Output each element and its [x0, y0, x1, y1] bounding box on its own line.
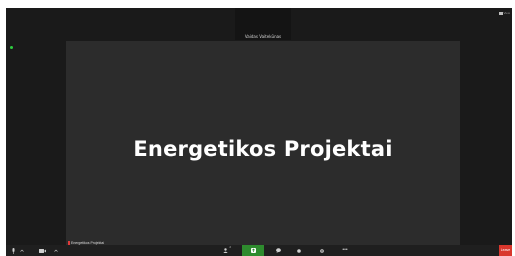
chevron-up-icon	[20, 249, 24, 252]
meeting-window: Vaidas Vaitekūnas View Energetikos Proje…	[6, 8, 512, 256]
record-button[interactable]	[295, 245, 303, 256]
participant-thumbnail[interactable]: Vaidas Vaitekūnas	[235, 8, 291, 40]
video-button[interactable]	[37, 245, 47, 256]
video-options-button[interactable]	[53, 245, 59, 256]
connection-status-icon	[10, 46, 13, 49]
more-icon: •••	[342, 247, 348, 253]
meeting-toolbar: 2 ••• Leave	[6, 245, 512, 256]
mic-button[interactable]	[9, 245, 17, 256]
mic-icon	[12, 247, 14, 254]
record-icon	[297, 248, 301, 253]
reactions-button[interactable]	[318, 245, 326, 256]
view-label: View	[503, 11, 510, 15]
participant-name: Vaidas Vaitekūnas	[244, 34, 282, 39]
chevron-up-icon	[54, 249, 58, 252]
video-icon	[38, 248, 46, 253]
leave-button[interactable]: Leave	[499, 245, 512, 256]
more-button[interactable]: •••	[339, 245, 351, 256]
participants-icon	[222, 248, 228, 253]
view-button[interactable]: View	[498, 11, 510, 15]
shared-screen: Energetikos Projektai Energetikos Projek…	[66, 41, 460, 245]
share-screen-icon	[250, 248, 256, 253]
shared-screen-title: Energetikos Projektai	[133, 137, 393, 161]
participants-button[interactable]: 2	[219, 245, 231, 256]
participants-count: 2	[229, 245, 231, 249]
share-screen-button[interactable]	[242, 245, 264, 256]
reactions-icon	[320, 248, 324, 253]
audio-options-button[interactable]	[19, 245, 25, 256]
chat-icon	[276, 248, 281, 253]
leave-label: Leave	[500, 247, 511, 252]
grid-icon	[498, 11, 503, 15]
chat-button[interactable]	[274, 245, 283, 256]
